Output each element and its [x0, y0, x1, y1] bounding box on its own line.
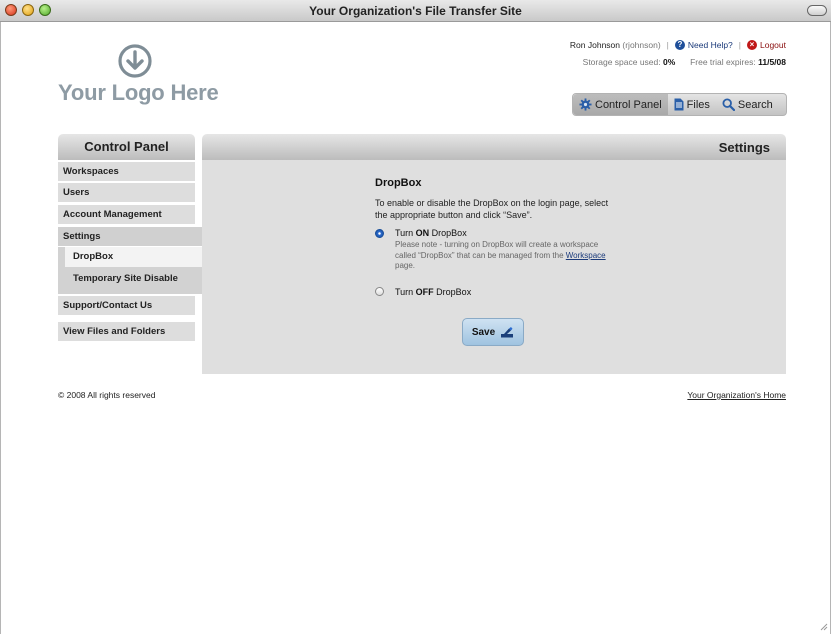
- dropbox-off-label[interactable]: Turn OFF DropBox: [395, 287, 471, 297]
- help-icon[interactable]: ?: [674, 40, 685, 50]
- home-link[interactable]: Your Organization's Home: [687, 390, 786, 400]
- logout-icon[interactable]: ×: [747, 40, 757, 50]
- logout-link[interactable]: Logout: [760, 40, 786, 50]
- tab-search[interactable]: Search: [716, 94, 779, 115]
- separator: |: [738, 40, 741, 50]
- gear-icon: [579, 98, 592, 111]
- copyright: © 2008 All rights reserved: [58, 390, 156, 400]
- dropbox-off-radio[interactable]: [375, 287, 384, 296]
- storage-value: 0%: [663, 57, 676, 67]
- save-icon: [501, 327, 514, 338]
- document-icon: [674, 98, 684, 111]
- main-nav: Control Panel Files Search: [572, 93, 787, 116]
- storage-label: Storage space used:: [582, 57, 661, 67]
- workspace-link[interactable]: Workspace: [566, 251, 606, 260]
- sidebar-item-settings[interactable]: Settings: [58, 227, 202, 247]
- save-button[interactable]: Save: [462, 318, 524, 346]
- section-description: To enable or disable the DropBox on the …: [375, 198, 609, 220]
- sidebar-item-account-management[interactable]: Account Management: [58, 205, 195, 225]
- sidebar-item-support[interactable]: Support/Contact Us: [58, 296, 195, 316]
- separator: |: [666, 40, 669, 50]
- tab-control-panel[interactable]: Control Panel: [573, 94, 668, 115]
- search-icon: [722, 98, 735, 111]
- sidebar-item-workspaces[interactable]: Workspaces: [58, 162, 195, 182]
- dropbox-note: Please note - turning on DropBox will cr…: [395, 240, 606, 270]
- sidebar-item-view-files[interactable]: View Files and Folders: [58, 322, 195, 342]
- sidebar-item-users[interactable]: Users: [58, 183, 195, 203]
- user-bar: Ron Johnson (rjohnson) | ? Need Help? | …: [570, 40, 786, 50]
- logo-text[interactable]: Your Logo Here: [58, 80, 219, 106]
- window-border: [0, 22, 1, 634]
- resize-grip-icon[interactable]: [818, 621, 828, 631]
- sidebar-subitem-temporary-site-disable[interactable]: Temporary Site Disable: [65, 269, 202, 289]
- window-title: Your Organization's File Transfer Site: [309, 4, 522, 18]
- need-help-link[interactable]: Need Help?: [688, 40, 733, 50]
- dropbox-on-label[interactable]: Turn ON DropBox: [395, 228, 467, 238]
- tab-files-label: Files: [686, 98, 710, 111]
- tab-control-panel-label: Control Panel: [595, 98, 662, 111]
- toolbar-toggle-button[interactable]: [807, 5, 827, 16]
- sidebar-title: Control Panel: [58, 134, 195, 160]
- window-titlebar: Your Organization's File Transfer Site: [0, 0, 831, 22]
- trial-value: 11/5/08: [758, 57, 786, 67]
- user-username: (rjohnson): [622, 40, 661, 50]
- dropbox-on-radio[interactable]: [375, 229, 384, 238]
- trial-label: Free trial expires:: [690, 57, 756, 67]
- main-header: Settings: [202, 134, 786, 160]
- save-button-label: Save: [471, 326, 496, 338]
- tab-files[interactable]: Files: [668, 94, 716, 115]
- logo-download-icon: [118, 44, 152, 78]
- section-title: DropBox: [375, 177, 422, 189]
- user-name: Ron Johnson: [569, 40, 621, 50]
- sidebar-subitem-dropbox[interactable]: DropBox: [65, 247, 202, 267]
- page-title: Settings: [718, 140, 770, 155]
- tab-search-label: Search: [737, 98, 773, 111]
- storage-info: Storage space used: 0% Free trial expire…: [583, 57, 786, 67]
